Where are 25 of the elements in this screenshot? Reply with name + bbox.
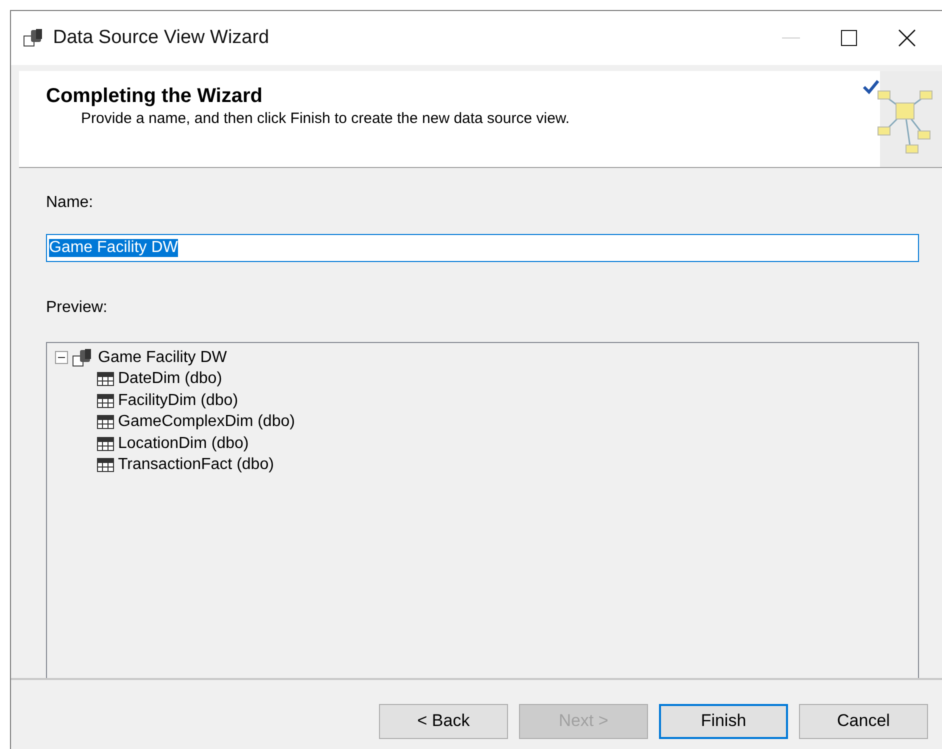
- table-icon: [97, 415, 114, 430]
- tree-item[interactable]: LocationDim (dbo): [118, 434, 249, 453]
- preview-label: Preview:: [46, 299, 108, 316]
- tree-item[interactable]: TransactionFact (dbo): [118, 456, 274, 474]
- tree-item[interactable]: DateDim (dbo): [118, 370, 222, 388]
- close-icon[interactable]: [898, 29, 916, 47]
- data-source-view-icon: [72, 348, 94, 368]
- table-icon: [97, 394, 114, 408]
- table-icon: [97, 436, 114, 451]
- header-title: Completing the Wizard: [46, 85, 264, 108]
- maximize-icon[interactable]: [841, 30, 857, 46]
- name-label: Name:: [46, 194, 94, 211]
- tree-item[interactable]: FacilityDim (dbo): [118, 392, 238, 410]
- tree-item[interactable]: GameComplexDim (dbo): [118, 413, 295, 432]
- header-subtitle: Provide a name, and then click Finish to create the new data source view.: [81, 110, 571, 127]
- wizard-button[interactable]: < Back: [379, 704, 508, 738]
- table-icon: [97, 372, 114, 386]
- wizard-button[interactable]: Finish: [659, 704, 788, 738]
- app-icon: [23, 28, 45, 48]
- table-icon: [97, 458, 114, 472]
- window-title: Data Source View Wizard: [53, 27, 270, 49]
- name-field[interactable]: Game Facility DW: [46, 234, 919, 262]
- collapse-icon[interactable]: [55, 351, 68, 364]
- wizard-button[interactable]: Cancel: [799, 704, 928, 738]
- tree-item[interactable]: Game Facility DW: [98, 348, 227, 367]
